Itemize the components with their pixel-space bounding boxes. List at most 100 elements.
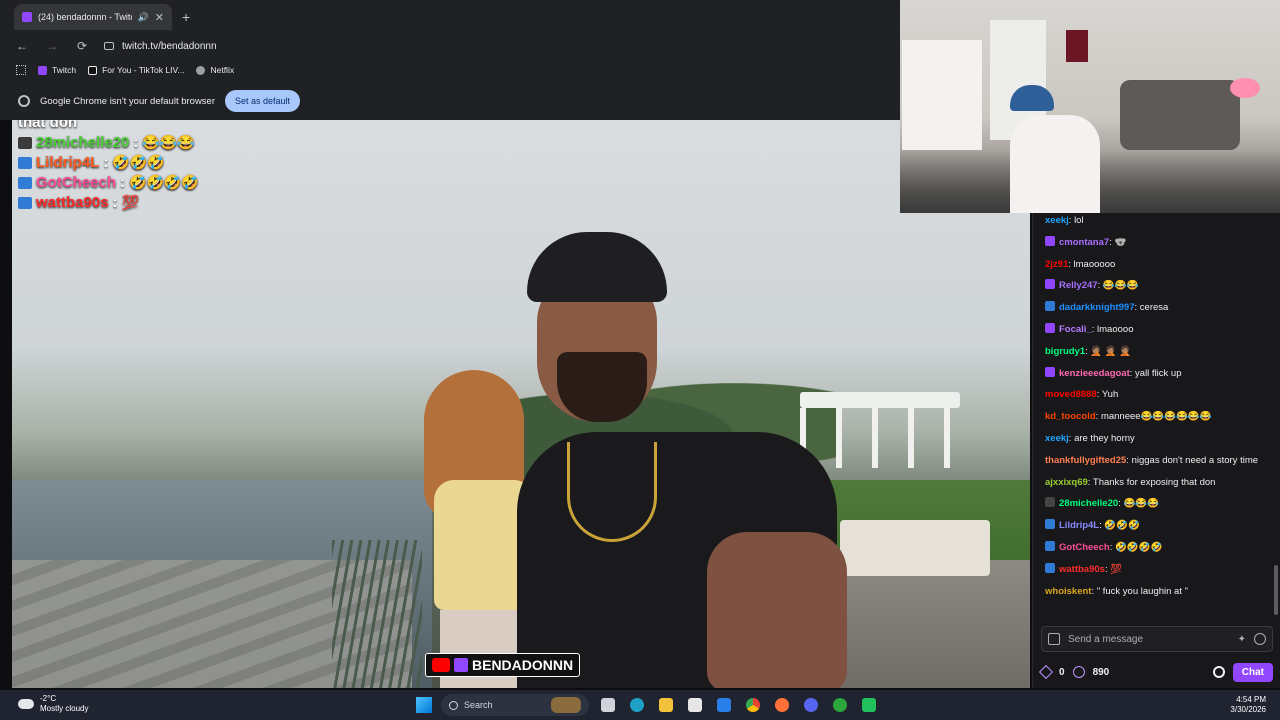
chat-text: Thanks for exposing that don [1092,476,1216,488]
temperature: -2°C [40,694,57,703]
forward-button[interactable]: → [44,39,60,53]
firefox-icon[interactable] [772,695,792,715]
chat-username[interactable]: bigrudy1 [1045,346,1085,357]
chat-input[interactable]: Send a message ✦ [1041,626,1273,652]
site-info-icon[interactable] [104,42,114,50]
badge-icon[interactable] [1045,540,1055,551]
game-icon[interactable] [859,695,879,715]
chat-scrollbar[interactable] [1274,565,1278,615]
chat-username[interactable]: moved8888 [1045,389,1097,400]
task-view-icon[interactable] [598,695,618,715]
chat-username[interactable]: ajxxixq69 [1045,477,1088,488]
badge-icon[interactable] [1045,301,1055,312]
badge-icon[interactable] [1045,322,1055,333]
chat-panel: xeekj: lol cmontana7: 🐨 2jz91: lmaooooo Rel… [1032,213,1280,688]
badge-icon [18,196,32,209]
sofa [1120,80,1240,150]
lamp [1230,78,1260,98]
badge-icon[interactable] [1045,235,1055,246]
weather-widget[interactable]: -2°C Mostly cloudy [18,694,88,714]
clock-time: 4:54 PM [1236,695,1266,704]
chat-message: kenzieeedagoat: yall flick up [1045,366,1275,382]
webcam-person [1010,85,1100,213]
bits-diamond-icon[interactable] [1038,664,1054,680]
set-default-button[interactable]: Set as default [225,90,301,112]
chat-message: Focali_: lmaoooo [1045,322,1275,338]
xbox-icon[interactable] [830,695,850,715]
chat-text: Yuh [1101,389,1119,401]
chat-username[interactable]: wattba90s [1059,564,1105,575]
chat-username[interactable]: GotCheech [1059,542,1110,553]
chat-username[interactable]: whoiskent [1045,586,1091,597]
badge-icon[interactable] [1045,519,1055,530]
stream-video[interactable]: that don 28michelle20: 😂😂😂 Lildrip4L: 🤣🤣… [12,120,1030,688]
poster [1066,30,1088,62]
chat-message: xeekj: lol [1045,215,1084,226]
chrome-icon [18,95,30,107]
chat-username[interactable]: xeekj [1045,433,1069,444]
overlay-emotes: 🤣🤣🤣 [112,154,165,170]
url-field[interactable]: twitch.tv/bendadonnn [104,41,217,52]
chat-message: cmontana7: 🐨 [1045,235,1275,251]
file-explorer-icon[interactable] [656,695,676,715]
chat-text: 😂😂😂 [1123,498,1159,510]
channel-points-icon[interactable] [1072,666,1085,678]
gear-icon[interactable] [1212,666,1225,678]
chat-text: yall flick up [1135,367,1182,379]
overlay-user: 28michelle20 [36,134,130,151]
bookmark-label: Netflix [210,65,235,75]
store-icon[interactable] [685,695,705,715]
system-clock[interactable]: 4:54 PM 3/30/2026 [1230,695,1266,715]
taskbar-search[interactable]: Search [441,694,589,716]
stream-chat-overlay: that don 28michelle20: 😂😂😂 Lildrip4L: 🤣🤣… [18,120,199,211]
chat-username[interactable]: kd_toocold [1045,411,1096,422]
chat-username[interactable]: Relly247 [1059,280,1098,291]
chat-message: whoiskent: " fuck you laughin at " [1045,585,1188,597]
overlay-user: Lildrip4L [36,154,100,171]
badge-icon[interactable] [1045,562,1055,573]
edge-icon[interactable] [627,695,647,715]
apps-grid-icon[interactable] [16,65,26,75]
chat-username[interactable]: Lildrip4L [1059,520,1099,531]
speaker-icon[interactable]: 🔊 [138,12,149,23]
reload-button[interactable]: ⟳ [74,39,90,53]
chat-username[interactable]: 28michelle20 [1059,498,1118,509]
new-tab-button[interactable]: + [182,9,190,25]
browser-tab[interactable]: (24) bendadonnn - Twitch 🔊 ✕ [14,4,172,30]
chat-username[interactable]: kenzieeedagoat [1059,368,1130,379]
chat-username[interactable]: xeekj [1045,215,1069,226]
chat-username[interactable]: cmontana7 [1059,237,1109,248]
webcam-feed [900,0,1280,213]
chat-username[interactable]: Focali_ [1059,324,1092,335]
mail-icon[interactable] [714,695,734,715]
back-button[interactable]: ← [14,39,30,53]
badge-icon[interactable] [1045,497,1055,508]
chat-message: wattba90s: 💯 [1045,562,1275,578]
chat-username[interactable]: dadarkknight997 [1059,302,1135,313]
chat-send-button[interactable]: Chat [1232,662,1273,682]
badge-icon[interactable] [1045,279,1055,290]
twitch-icon [38,65,47,75]
chat-text: " fuck you laughin at " [1096,585,1188,597]
start-icon[interactable] [416,697,432,713]
bits-icon[interactable]: ✦ [1238,634,1246,645]
streamer-figure [517,232,847,688]
chat-message: kd_toocold: manneee😂😂😂😂😂😂 [1045,411,1212,423]
chat-text: lmaoooo [1097,323,1134,335]
emote-picker-icon[interactable] [1048,633,1060,645]
chat-message: xeekj: are they horny [1045,432,1135,444]
bookmark-twitch[interactable]: Twitch [38,65,76,75]
bookmark-tiktok[interactable]: For You - TikTok LIV... [88,65,184,75]
badge-icon [18,136,32,149]
close-tab-icon[interactable]: ✕ [155,11,164,24]
chat-username[interactable]: 2jz91 [1045,259,1068,270]
bookmark-netflix[interactable]: Netflix [196,65,234,75]
badge-icon[interactable] [1045,366,1055,377]
discord-icon[interactable] [801,695,821,715]
weather-text: Mostly cloudy [40,704,89,713]
chrome-icon[interactable] [743,695,763,715]
default-browser-infobar: Google Chrome isn't your default browser… [0,82,900,120]
overlay-emotes: 💯 [121,194,139,210]
smiley-icon[interactable] [1254,633,1266,645]
chat-username[interactable]: thankfullygifted25 [1045,455,1126,466]
